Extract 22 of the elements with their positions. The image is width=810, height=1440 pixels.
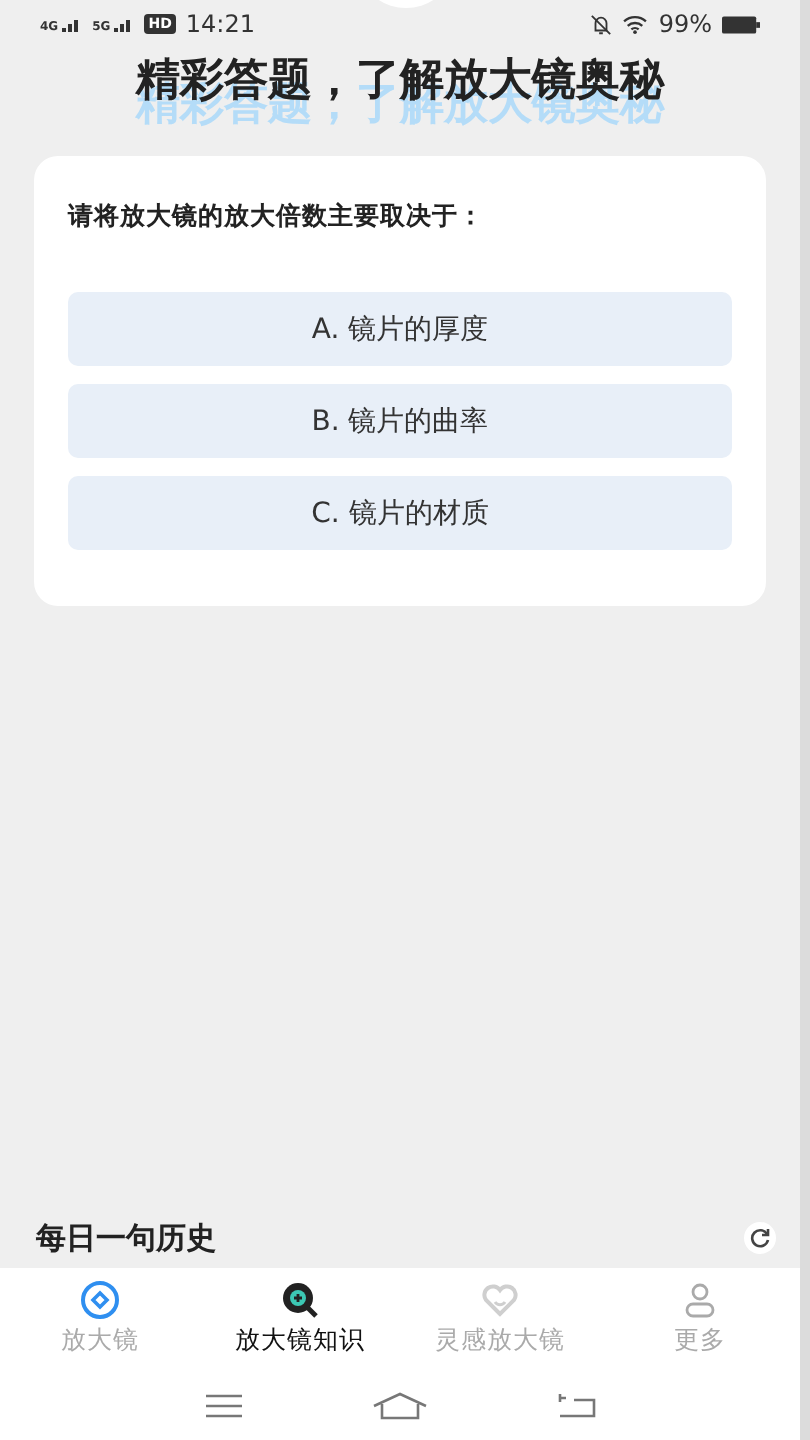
diamond-circle-icon [80, 1280, 120, 1320]
answer-option[interactable]: A. 镜片的厚度 [68, 292, 732, 366]
page-title: 精彩答题，了解放大镜奥秘 [136, 54, 664, 110]
answer-option[interactable]: B. 镜片的曲率 [68, 384, 732, 458]
question-text: 请将放大镜的放大倍数主要取决于： [68, 200, 486, 234]
muted-bell-icon [590, 13, 613, 35]
search-icon [280, 1280, 320, 1320]
section-title: 每日一句历史 [36, 1219, 216, 1257]
signal-icon [62, 17, 83, 31]
tab[interactable]: 放大镜知识 [200, 1280, 400, 1372]
heart-icon [480, 1280, 520, 1320]
wifi-icon [622, 14, 649, 34]
person-icon [680, 1280, 720, 1320]
signal-icon [114, 17, 135, 31]
back-icon[interactable] [556, 1392, 596, 1420]
battery-percent: 99% [658, 10, 712, 38]
answer-option[interactable]: C. 镜片的材质 [68, 476, 732, 550]
battery-icon [722, 15, 760, 33]
menu-icon[interactable] [204, 1392, 244, 1420]
home-icon[interactable] [372, 1392, 428, 1420]
clock-time: 14:21 [185, 10, 255, 38]
refresh-icon[interactable] [744, 1222, 776, 1254]
